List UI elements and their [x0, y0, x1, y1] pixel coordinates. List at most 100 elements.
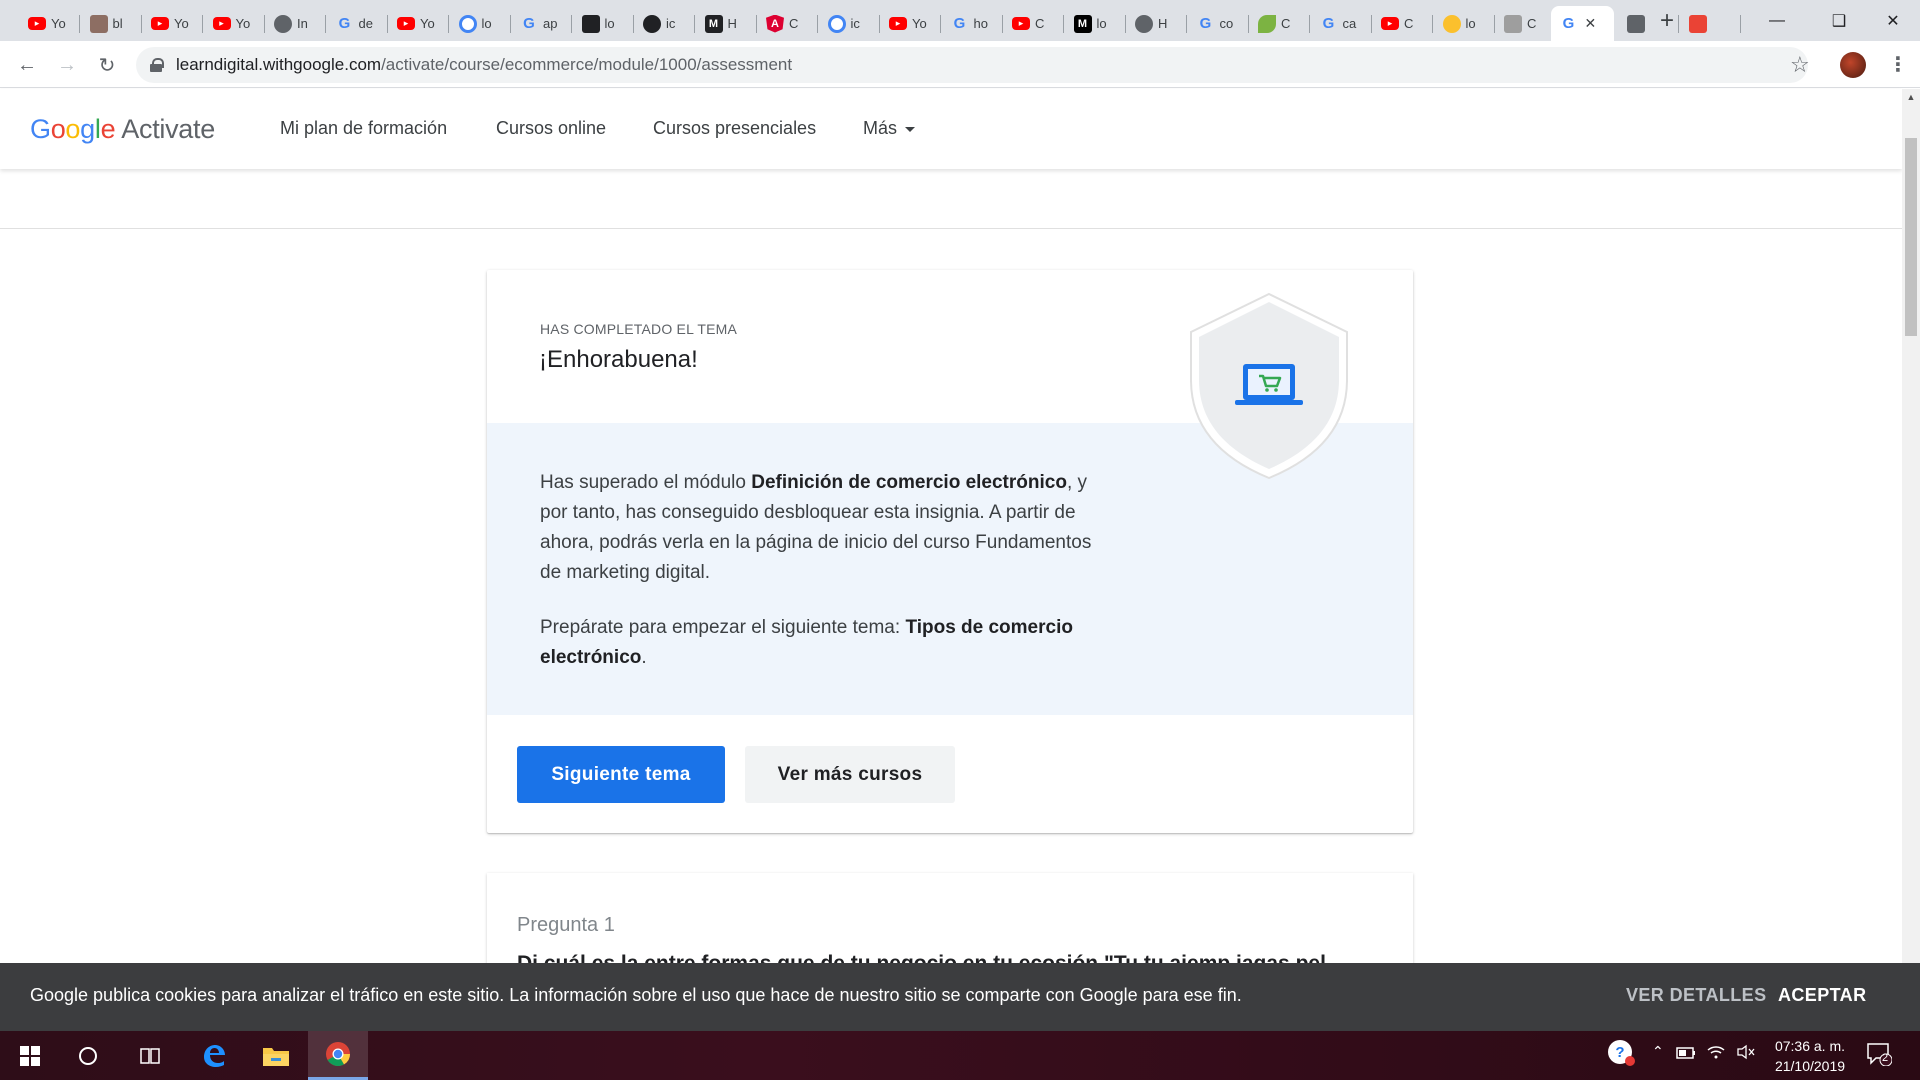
chrome-taskbar-icon[interactable]	[308, 1031, 368, 1080]
nav-mi-plan[interactable]: Mi plan de formación	[280, 118, 447, 139]
browser-tab-title: Yo	[420, 16, 435, 31]
help-tray-icon[interactable]: ?	[1606, 1038, 1636, 1071]
browser-tab-title: H	[1158, 16, 1168, 31]
browser-tab[interactable]: ▸ C	[1003, 6, 1064, 41]
browser-tab[interactable]: lo	[1434, 6, 1495, 41]
volume-muted-icon[interactable]	[1736, 1044, 1756, 1063]
browser-tab[interactable]: ▸ Yo	[388, 6, 449, 41]
browser-tab-title: ca	[1342, 16, 1357, 31]
browser-tab[interactable]: MH	[696, 6, 757, 41]
browser-tab[interactable]: H	[1126, 6, 1187, 41]
profile-avatar[interactable]	[1840, 52, 1866, 78]
chevron-up-icon[interactable]: ⌃	[1652, 1043, 1664, 1060]
notifications-icon[interactable]: 2	[1866, 1042, 1893, 1069]
browser-tab[interactable]: ▸ Yo	[19, 6, 80, 41]
cookie-details-link[interactable]: VER DETALLES	[1626, 985, 1766, 1006]
close-tab-icon[interactable]: ✕	[1585, 15, 1597, 32]
google-icon: G	[523, 15, 535, 32]
browser-tab[interactable]: Gho	[942, 6, 1003, 41]
more-courses-button[interactable]: Ver más cursos	[745, 746, 955, 803]
browser-tab[interactable]: Mlo	[1065, 6, 1126, 41]
maximize-button[interactable]: ❑	[1808, 0, 1870, 41]
nav-cursos-online[interactable]: Cursos online	[496, 118, 606, 139]
back-arrow-icon[interactable]: ←	[12, 50, 42, 80]
browser-tab[interactable]: ic	[819, 6, 880, 41]
person-icon	[89, 14, 108, 33]
browser-tab-title: bl	[112, 16, 123, 31]
shield-badge-icon	[1190, 292, 1348, 480]
task-view-icon[interactable]	[120, 1031, 180, 1080]
address-bar[interactable]: learndigital.withgoogle.com/activate/cou…	[136, 47, 1808, 83]
browser-tab[interactable]: C	[1249, 6, 1310, 41]
lock-icon	[150, 58, 164, 72]
github-icon	[643, 14, 661, 33]
browser-tab-title: C	[1527, 16, 1537, 31]
browser-tab[interactable]: Gco	[1188, 6, 1249, 41]
search-circle-icon[interactable]	[58, 1031, 118, 1080]
url-path: /activate/course/ecommerce/module/1000/a…	[381, 55, 793, 74]
globe-icon	[1135, 14, 1153, 33]
tab-separator	[1739, 15, 1741, 33]
url-host: learndigital.withgoogle.com	[176, 55, 382, 74]
youtube-icon: ▸	[1381, 17, 1399, 30]
next-topic-message: Prepárate para empezar el siguiente tema…	[540, 617, 1073, 668]
bookmark-star-icon[interactable]: ☆	[1790, 52, 1810, 78]
scrollbar-thumb[interactable]	[1905, 138, 1917, 336]
wifi-icon[interactable]	[1706, 1044, 1726, 1063]
close-window-button[interactable]: ✕	[1862, 0, 1920, 41]
youtube-icon: ▸	[1012, 17, 1030, 30]
browser-tab-title: H	[727, 16, 737, 31]
nav-mas-dropdown[interactable]: Más	[863, 118, 916, 139]
leaf-icon	[1258, 14, 1276, 33]
browser-tab-title: C	[789, 16, 799, 31]
minimize-button[interactable]: —	[1746, 0, 1808, 41]
browser-tab-title: C	[1404, 16, 1414, 31]
taskbar-clock[interactable]: 07:36 a. m. 21/10/2019	[1770, 1036, 1850, 1076]
browser-tab[interactable]	[1680, 6, 1741, 41]
page-divider	[0, 228, 1902, 229]
browser-tab-title: ic	[850, 16, 860, 31]
browser-tab-title: C	[1281, 16, 1291, 31]
globe-icon	[274, 14, 292, 33]
browser-tab[interactable]: ▸ Yo	[204, 6, 265, 41]
card-title: ¡Enhorabuena!	[539, 346, 698, 373]
youtube-icon: ▸	[28, 17, 46, 30]
question-label: Pregunta 1	[517, 914, 615, 936]
browser-tab[interactable]: G ✕	[1550, 6, 1614, 41]
browser-tab[interactable]: bl	[81, 6, 142, 41]
clock-time: 07:36 a. m.	[1774, 1038, 1846, 1054]
browser-tab[interactable]: lo	[573, 6, 634, 41]
battery-icon[interactable]	[1676, 1046, 1696, 1062]
browser-menu-icon[interactable]: ⋮	[1888, 52, 1908, 77]
browser-tab[interactable]: ic	[634, 6, 695, 41]
cookie-accept-button[interactable]: ACEPTAR	[1778, 985, 1866, 1006]
new-tab-button[interactable]: +	[1653, 8, 1681, 36]
browser-tab[interactable]: Gde	[327, 6, 388, 41]
browser-tab-title: lo	[604, 16, 615, 31]
browser-tab-title: Yo	[174, 16, 189, 31]
nav-cursos-presenciales[interactable]: Cursos presenciales	[653, 118, 816, 139]
forward-arrow-icon[interactable]: →	[52, 50, 82, 80]
browser-tab[interactable]: ▸ C	[1372, 6, 1433, 41]
next-topic-button[interactable]: Siguiente tema	[517, 746, 725, 803]
browser-tab[interactable]: In	[265, 6, 326, 41]
browser-tab[interactable]: Gca	[1311, 6, 1372, 41]
windows-start-icon[interactable]	[0, 1031, 60, 1080]
google-icon: G	[338, 15, 351, 32]
browser-tab[interactable]: Gap	[511, 6, 572, 41]
angular-icon: A	[766, 14, 784, 33]
browser-tab-title: ap	[543, 16, 558, 31]
google-activate-logo[interactable]: Google Activate	[30, 114, 215, 145]
edge-browser-icon[interactable]	[184, 1031, 244, 1080]
svg-text:?: ?	[1615, 1044, 1624, 1061]
browser-tab[interactable]: AC	[757, 6, 818, 41]
scroll-up-icon[interactable]: ▲	[1902, 92, 1920, 106]
file-explorer-icon[interactable]	[246, 1031, 306, 1080]
browser-tab[interactable]: ▸ Yo	[142, 6, 203, 41]
browser-tab[interactable]: C	[1495, 6, 1556, 41]
reload-icon[interactable]: ↻	[92, 50, 122, 80]
browser-tab-title: In	[297, 16, 308, 31]
browser-tab[interactable]: ▸ Yo	[880, 6, 941, 41]
browser-tab[interactable]: lo	[450, 6, 511, 41]
m-icon: M	[704, 14, 723, 33]
